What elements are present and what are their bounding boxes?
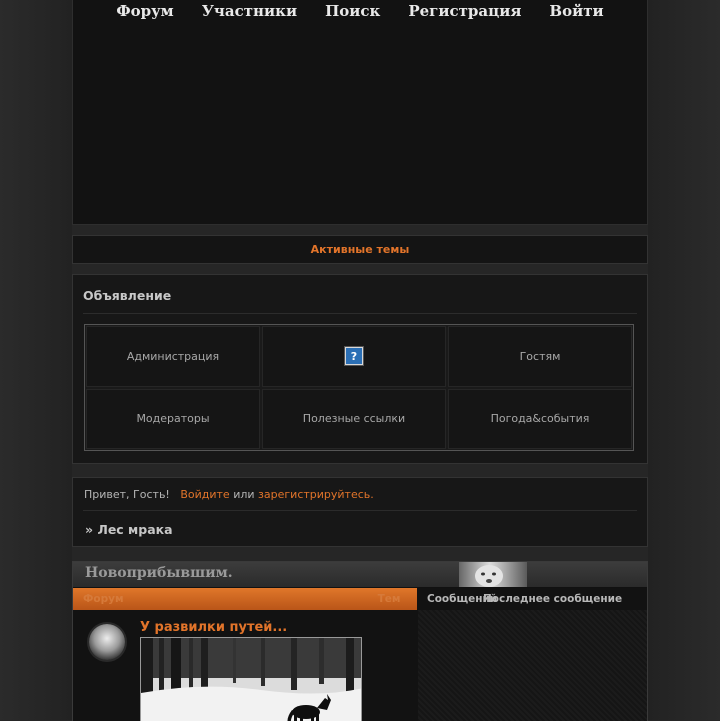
site-header: Форум Участники Поиск Регистрация Войти <box>72 0 648 225</box>
category-title: Новоприбывшим. <box>85 565 233 581</box>
announcement-link-moderators[interactable]: Модераторы <box>86 388 260 449</box>
announcement-panel: Объявление Администрация ? Гостям Модера… <box>72 274 648 464</box>
breadcrumb-separator: » <box>85 522 94 537</box>
announcement-title: Объявление <box>83 288 172 303</box>
or-text: или <box>233 488 255 501</box>
announcement-table: Администрация ? Гостям Модераторы Полезн… <box>84 324 634 451</box>
welcome-message: Привет, Гость! Войдите или зарегистрируй… <box>84 488 374 501</box>
category-header-art <box>459 562 527 587</box>
column-last-post: Последнее сообщение <box>483 593 623 605</box>
nav-login[interactable]: Войти <box>548 2 604 20</box>
greeting-text: Привет, Гость! <box>84 488 170 501</box>
forum-columns-header: Форум Тем Сообщений Последнее сообщение <box>73 588 647 610</box>
nav-forum[interactable]: Форум <box>115 2 174 20</box>
forum-stats-area <box>418 610 647 721</box>
active-topics-link[interactable]: Активные темы <box>311 243 410 256</box>
login-link[interactable]: Войдите <box>180 488 229 501</box>
breadcrumb-home[interactable]: Лес мрака <box>97 522 172 537</box>
announcement-cell-icon[interactable]: ? <box>262 326 446 387</box>
announcement-link-useful-links[interactable]: Полезные ссылки <box>262 388 446 449</box>
column-topics: Тем <box>361 588 417 610</box>
active-topics-bar: Активные темы <box>72 235 648 264</box>
right-side-shade <box>648 0 720 720</box>
nav-search[interactable]: Поиск <box>324 2 381 20</box>
nav-register[interactable]: Регистрация <box>407 2 522 20</box>
category-block: Новоприбывшим. Форум Тем Сообщений После… <box>72 561 648 721</box>
column-forum: Форум <box>73 588 361 610</box>
register-link[interactable]: зарегистрируйтесь. <box>258 488 374 501</box>
question-icon: ? <box>345 347 363 366</box>
left-side-shade <box>0 0 72 720</box>
category-header: Новоприбывшим. <box>73 562 647 588</box>
wolf-header-image <box>475 565 503 587</box>
forum-description-image <box>140 637 362 721</box>
announcement-link-administration[interactable]: Администрация <box>86 326 260 387</box>
announcement-link-weather-events[interactable]: Погода&события <box>448 388 632 449</box>
welcome-divider <box>83 510 637 511</box>
welcome-panel: Привет, Гость! Войдите или зарегистрируй… <box>72 477 648 547</box>
breadcrumb: » Лес мрака <box>85 522 173 537</box>
wolf-in-forest-image <box>141 638 361 721</box>
top-navigation: Форум Участники Поиск Регистрация Войти <box>73 2 647 20</box>
forum-status-icon <box>89 624 125 660</box>
forum-title-link[interactable]: У развилки путей... <box>140 620 287 635</box>
announcement-link-guests[interactable]: Гостям <box>448 326 632 387</box>
announcement-divider <box>83 313 637 314</box>
nav-members[interactable]: Участники <box>201 2 298 20</box>
